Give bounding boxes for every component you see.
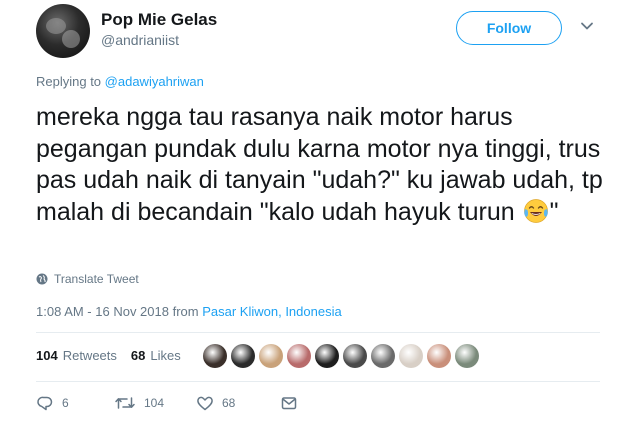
retweet-count: 104 [144, 396, 165, 410]
divider [36, 332, 600, 333]
likes-count: 68 [130, 348, 146, 363]
face-with-tears-of-joy-icon [523, 198, 548, 223]
display-name[interactable]: Pop Mie Gelas [101, 10, 217, 30]
heart-icon [197, 396, 213, 411]
like-count: 68 [222, 396, 236, 410]
retweets-count: 104 [36, 348, 58, 363]
retweet-button[interactable]: 104 [114, 394, 196, 412]
location-link[interactable]: Pasar Kliwon, Indonesia [202, 304, 341, 319]
globe-icon [36, 273, 48, 285]
tweet-stats: 104 Retweets 68 Likes [36, 348, 181, 363]
follow-button[interactable]: Follow [456, 11, 562, 45]
liker-avatar-5[interactable] [315, 344, 339, 368]
timestamp[interactable]: 1:08 AM - 16 Nov 2018 [36, 304, 169, 319]
replying-prefix: Replying to [36, 74, 102, 89]
retweets-stat[interactable]: 104 Retweets [36, 348, 117, 363]
retweets-label: Retweets [62, 348, 117, 363]
liker-avatar-10[interactable] [455, 344, 479, 368]
envelope-icon [281, 397, 297, 410]
like-button[interactable]: 68 [196, 394, 280, 412]
replying-to: Replying to @adawiyahriwan [36, 74, 204, 89]
from-word: from [172, 304, 199, 319]
liker-avatar-2[interactable] [231, 344, 255, 368]
user-avatar[interactable] [36, 4, 90, 58]
liker-avatar-4[interactable] [287, 344, 311, 368]
direct-message-button[interactable] [280, 394, 298, 412]
tweet-text-end: " [549, 197, 559, 226]
translate-label[interactable]: Translate Tweet [54, 272, 139, 286]
timestamp-row: 1:08 AM - 16 Nov 2018 from Pasar Kliwon,… [36, 304, 342, 319]
liker-avatar-6[interactable] [343, 344, 367, 368]
likes-label: Likes [150, 348, 181, 363]
tweet-text-body: mereka ngga tau rasanya naik motor harus… [36, 103, 603, 226]
reply-icon [37, 396, 53, 411]
liker-avatars [203, 344, 479, 368]
liker-avatar-1[interactable] [203, 344, 227, 368]
liker-avatar-3[interactable] [259, 344, 283, 368]
liker-avatar-8[interactable] [399, 344, 423, 368]
divider [36, 381, 600, 382]
replying-handle-link[interactable]: @adawiyahriwan [105, 74, 204, 89]
chevron-down-icon[interactable] [579, 18, 595, 34]
retweet-icon [115, 397, 135, 409]
likes-stat[interactable]: 68 Likes [131, 348, 181, 363]
tweet-actions: 6 104 68 [36, 394, 298, 412]
tweet-text: mereka ngga tau rasanya naik motor harus… [36, 102, 616, 228]
reply-button[interactable]: 6 [36, 394, 114, 412]
liker-avatar-9[interactable] [427, 344, 451, 368]
translate-tweet[interactable]: Translate Tweet [36, 272, 139, 286]
liker-avatar-7[interactable] [371, 344, 395, 368]
user-handle[interactable]: @andrianiist [101, 32, 179, 48]
reply-count: 6 [62, 396, 69, 410]
